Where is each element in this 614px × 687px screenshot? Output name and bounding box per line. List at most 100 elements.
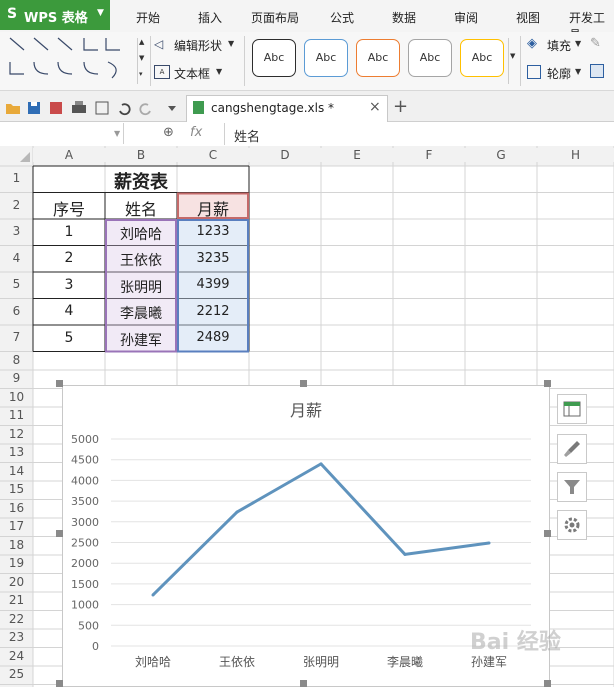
row-header[interactable]: 4 xyxy=(0,251,33,265)
new-tab-icon[interactable]: + xyxy=(393,96,408,117)
cell[interactable]: 序号 xyxy=(33,196,105,220)
fill-button[interactable]: ◈ 填充 ▼ xyxy=(527,36,587,54)
resize-handle-bottom-right[interactable] xyxy=(544,680,551,687)
chart-filter-button[interactable] xyxy=(557,472,587,502)
cell[interactable]: 月薪 xyxy=(177,196,249,220)
shape-style-3[interactable]: Abc xyxy=(356,39,400,77)
row-header[interactable]: 23 xyxy=(0,630,33,644)
app-menu-button[interactable]: S WPS 表格 ▼ xyxy=(0,0,110,30)
cell[interactable]: 4 xyxy=(33,303,105,319)
resize-handle-top-right[interactable] xyxy=(544,380,551,387)
cell[interactable]: 王依依 xyxy=(105,250,177,270)
row-header[interactable]: 14 xyxy=(0,464,33,478)
menu-formula[interactable]: 公式 xyxy=(330,9,354,26)
row-header[interactable]: 24 xyxy=(0,649,33,663)
column-header[interactable]: C xyxy=(177,148,249,162)
column-header[interactable]: G xyxy=(465,148,537,162)
chart-elements-button[interactable] xyxy=(557,394,587,424)
cell[interactable]: 张明明 xyxy=(105,277,177,297)
cell[interactable]: 3 xyxy=(33,277,105,293)
menu-home[interactable]: 开始 xyxy=(136,9,160,26)
zoom-icon[interactable]: ⊕ xyxy=(163,125,174,140)
menu-insert[interactable]: 插入 xyxy=(198,9,222,26)
column-header[interactable]: B xyxy=(105,148,177,162)
cell[interactable]: 4399 xyxy=(177,277,249,292)
resize-handle-bottom-left[interactable] xyxy=(56,680,63,687)
row-header[interactable]: 6 xyxy=(0,304,33,318)
formula-input[interactable]: 姓名 xyxy=(234,126,260,145)
resize-handle-left[interactable] xyxy=(56,530,63,537)
cell[interactable]: 1 xyxy=(33,224,105,240)
line-shapes-gallery[interactable] xyxy=(4,34,146,86)
column-header[interactable]: F xyxy=(393,148,465,162)
menu-review[interactable]: 审阅 xyxy=(454,9,478,26)
resize-handle-top-left[interactable] xyxy=(56,380,63,387)
row-header[interactable]: 20 xyxy=(0,575,33,589)
cell[interactable]: 3235 xyxy=(177,251,249,266)
text-box-button[interactable]: A 文本框 ▼ xyxy=(154,64,226,82)
cell[interactable]: 2 xyxy=(33,250,105,266)
close-tab-icon[interactable]: × xyxy=(369,99,381,115)
column-header[interactable]: H xyxy=(537,148,614,162)
row-header[interactable]: 15 xyxy=(0,482,33,496)
expand-icon[interactable]: ▾ xyxy=(139,70,143,78)
row-header[interactable]: 17 xyxy=(0,519,33,533)
column-header[interactable]: A xyxy=(33,148,105,162)
shape-style-5[interactable]: Abc xyxy=(460,39,504,77)
scroll-down-icon[interactable]: ▼ xyxy=(510,52,515,60)
chevron-down-icon[interactable]: ▼ xyxy=(114,129,120,138)
row-header[interactable]: 16 xyxy=(0,501,33,515)
row-header[interactable]: 25 xyxy=(0,667,33,681)
row-header[interactable]: 13 xyxy=(0,445,33,459)
cell[interactable]: 薪资表 xyxy=(33,168,249,194)
cell[interactable]: 2489 xyxy=(177,330,249,345)
edit-shape-button[interactable]: ◁ 编辑形状 ▼ xyxy=(154,36,236,54)
row-header[interactable]: 9 xyxy=(0,371,33,385)
resize-handle-top[interactable] xyxy=(300,380,307,387)
name-box[interactable]: ▼ xyxy=(0,123,124,144)
shape-style-2[interactable]: Abc xyxy=(304,39,348,77)
menu-view[interactable]: 视图 xyxy=(516,9,540,26)
chart-settings-button[interactable] xyxy=(557,510,587,540)
cell[interactable]: 5 xyxy=(33,330,105,346)
row-header[interactable]: 7 xyxy=(0,330,33,344)
spreadsheet-file-icon xyxy=(193,101,204,114)
chart-style-button[interactable] xyxy=(557,434,587,464)
column-header[interactable]: E xyxy=(321,148,393,162)
row-header[interactable]: 18 xyxy=(0,538,33,552)
cell[interactable]: 2212 xyxy=(177,304,249,319)
column-header[interactable]: D xyxy=(249,148,321,162)
row-header[interactable]: 21 xyxy=(0,593,33,607)
cell[interactable]: 李晨曦 xyxy=(105,303,177,323)
outline-button[interactable]: 轮廓 ▼ xyxy=(527,64,587,82)
cell[interactable]: 孙建军 xyxy=(105,330,177,350)
cell[interactable]: 姓名 xyxy=(105,196,177,220)
insert-function-button[interactable]: fx xyxy=(190,125,202,140)
menu-page-layout[interactable]: 页面布局 xyxy=(251,9,299,26)
row-header[interactable]: 22 xyxy=(0,612,33,626)
row-header[interactable]: 3 xyxy=(0,224,33,238)
row-header[interactable]: 1 xyxy=(0,171,33,185)
file-tab[interactable]: cangshengtage.xls * × xyxy=(186,95,388,122)
row-header[interactable]: 5 xyxy=(0,277,33,291)
cell[interactable]: 刘哈哈 xyxy=(105,224,177,244)
scroll-down-icon[interactable]: ▼ xyxy=(139,54,144,62)
row-header[interactable]: 2 xyxy=(0,198,33,212)
menu-data[interactable]: 数据 xyxy=(392,9,416,26)
format-painter-icon[interactable]: ✎ xyxy=(590,36,601,51)
row-header[interactable]: 8 xyxy=(0,353,33,367)
shape-style-4[interactable]: Abc xyxy=(408,39,452,77)
row-header[interactable]: 11 xyxy=(0,408,33,422)
y-tick-label: 1500 xyxy=(71,578,99,591)
row-header[interactable]: 12 xyxy=(0,427,33,441)
resize-handle-right[interactable] xyxy=(544,530,551,537)
cell[interactable]: 1233 xyxy=(177,224,249,239)
row-header[interactable]: 19 xyxy=(0,556,33,570)
row-header[interactable]: 10 xyxy=(0,390,33,404)
style-gallery-scroll[interactable]: ▼ xyxy=(508,38,519,84)
shape-style-1[interactable]: Abc xyxy=(252,39,296,77)
scroll-up-icon[interactable]: ▲ xyxy=(139,38,144,46)
gallery-scroll[interactable]: ▲ ▼ ▾ xyxy=(137,38,148,84)
shape-effects-icon[interactable] xyxy=(590,64,604,78)
resize-handle-bottom[interactable] xyxy=(300,680,307,687)
